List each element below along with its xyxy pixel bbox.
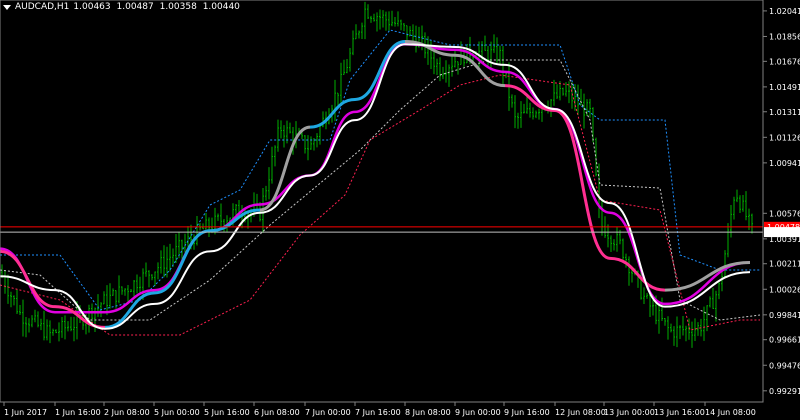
price-chart[interactable]: 1.02041 1.01856 1.01676 1.01491 1.01311 1.011… [0, 0, 800, 420]
symbol-timeframe: AUDCAD,H1 [15, 2, 70, 12]
time-tick-label: 14 Jun 08:00 [705, 408, 756, 417]
price-tick-label: 1.01126 [769, 133, 800, 142]
price-tick-label: 0.99841 [769, 311, 800, 320]
price-levels [0, 226, 763, 233]
time-tick-label: 5 Jun 00:00 [154, 408, 200, 417]
chart-window[interactable]: 1.02041 1.01856 1.01676 1.01491 1.01311 1.011… [0, 0, 800, 420]
price-tick-label: 1.02041 [769, 7, 800, 16]
price-tick-label: 1.00026 [769, 285, 800, 294]
time-tick-label: 6 Jun 08:00 [254, 408, 300, 417]
low-value: 1.00358 [159, 2, 197, 12]
time-axis[interactable]: 1 Jun 2017 1 Jun 16:00 2 Jun 08:00 5 Jun 00… [3, 402, 756, 417]
time-tick-label: 7 Jun 16:00 [355, 408, 401, 417]
candlesticks [1, 1, 753, 348]
price-tick-label: 1.01676 [769, 57, 800, 66]
plot-frame [0, 0, 764, 403]
time-tick-label: 9 Jun 00:00 [455, 408, 501, 417]
time-tick-label: 9 Jun 16:00 [504, 408, 550, 417]
time-tick-label: 2 Jun 08:00 [104, 408, 150, 417]
price-tick-label: 1.01856 [769, 32, 800, 41]
time-tick-label: 5 Jun 16:00 [204, 408, 250, 417]
price-tick-label: 0.99476 [769, 361, 800, 370]
price-tick-label: 1.01311 [769, 108, 800, 117]
high-value: 1.00487 [116, 2, 154, 12]
price-tick-label: 1.00211 [769, 260, 800, 269]
price-tick-label: 1.00941 [769, 159, 800, 168]
time-tick-label: 13 Jun 00:00 [604, 408, 655, 417]
time-tick-label: 12 Jun 08:00 [555, 408, 606, 417]
time-tick-label: 7 Jun 00:00 [305, 408, 351, 417]
time-tick-label: 1 Jun 16:00 [55, 408, 101, 417]
time-tick-label: 13 Jun 16:00 [654, 408, 705, 417]
price-tick-label: 0.99291 [769, 387, 800, 396]
ohlc-values: 1.00463 1.00487 1.00358 1.00440 [73, 2, 243, 12]
open-value: 1.00463 [73, 2, 111, 12]
current-price-label: 1.00440 [767, 228, 800, 237]
time-tick-label: 8 Jun 08:00 [405, 408, 451, 417]
adaptive-ma-segment [104, 291, 156, 329]
price-tick-label: 0.99661 [769, 336, 800, 345]
chart-title-bar: AUDCAD,H1 1.00463 1.00487 1.00358 1.0044… [3, 2, 243, 12]
adaptive-ma-segment [664, 260, 751, 292]
time-tick-label: 1 Jun 2017 [4, 408, 47, 417]
price-axis[interactable]: 1.02041 1.01856 1.01676 1.01491 1.01311 1.011… [763, 7, 800, 396]
price-tick-label: 1.00576 [769, 209, 800, 218]
price-tick-label: 1.01491 [769, 83, 800, 92]
dropdown-arrow-icon[interactable] [3, 4, 11, 10]
adaptive-ma-segment [354, 39, 406, 101]
close-value: 1.00440 [202, 2, 240, 12]
